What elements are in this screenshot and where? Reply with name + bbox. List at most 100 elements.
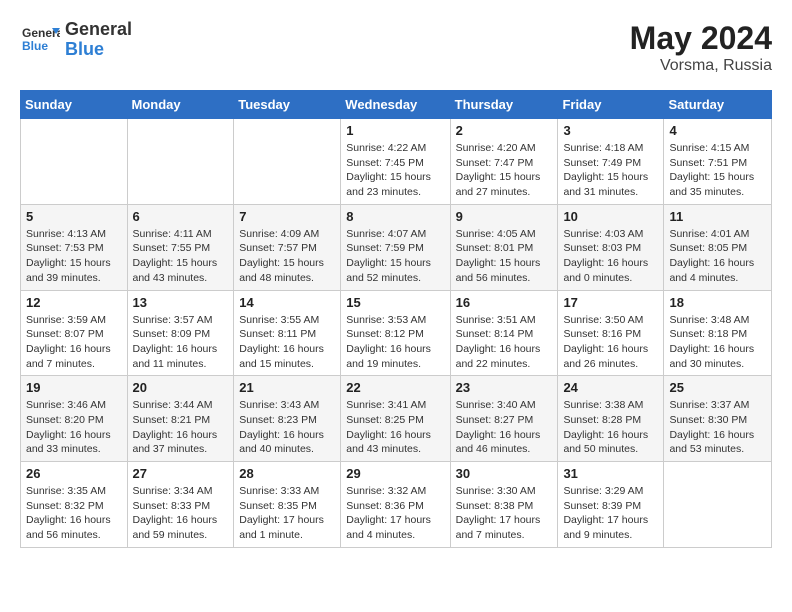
cell-info: Sunrise: 4:18 AM Sunset: 7:49 PM Dayligh… [563,141,658,200]
cell-info: Sunrise: 4:03 AM Sunset: 8:03 PM Dayligh… [563,227,658,286]
calendar-cell: 9Sunrise: 4:05 AM Sunset: 8:01 PM Daylig… [450,204,558,290]
day-number: 24 [563,380,658,395]
day-number: 30 [456,466,553,481]
weekday-header: Friday [558,91,664,119]
calendar-cell: 27Sunrise: 3:34 AM Sunset: 8:33 PM Dayli… [127,462,234,548]
calendar-table: SundayMondayTuesdayWednesdayThursdayFrid… [20,90,772,548]
calendar-cell: 31Sunrise: 3:29 AM Sunset: 8:39 PM Dayli… [558,462,664,548]
calendar-cell: 5 Sunrise: 4:13 AM Sunset: 7:53 PM Daylig… [21,204,128,290]
day-number: 23 [456,380,553,395]
cell-info: Sunrise: 4:01 AM Sunset: 8:05 PM Dayligh… [669,227,766,286]
day-number: 21 [239,380,335,395]
cell-info: Sunrise: 3:30 AM Sunset: 8:38 PM Dayligh… [456,484,553,543]
day-number: 5 [26,209,122,224]
day-number: 28 [239,466,335,481]
day-number: 22 [346,380,444,395]
day-number: 20 [133,380,229,395]
day-number: 3 [563,123,658,138]
calendar-week-row: 12 Sunrise: 3:59 AM Sunset: 8:07 PM Dayli… [21,290,772,376]
calendar-cell: 16Sunrise: 3:51 AM Sunset: 8:14 PM Dayli… [450,290,558,376]
cell-info: Sunrise: 3:38 AM Sunset: 8:28 PM Dayligh… [563,398,658,457]
cell-info: Sunrise: 4:20 AM Sunset: 7:47 PM Dayligh… [456,141,553,200]
location: Vorsma, Russia [630,57,772,75]
day-number: 10 [563,209,658,224]
calendar-cell: 13 Sunrise: 3:57 AM Sunset: 8:09 PM Dayli… [127,290,234,376]
day-number: 13 [133,295,229,310]
svg-text:Blue: Blue [22,39,48,53]
day-number: 19 [26,380,122,395]
day-number: 2 [456,123,553,138]
calendar-cell: 1Sunrise: 4:22 AM Sunset: 7:45 PM Daylig… [341,119,450,205]
calendar-cell: 3 Sunrise: 4:18 AM Sunset: 7:49 PM Daylig… [558,119,664,205]
day-number: 26 [26,466,122,481]
logo-icon: General Blue [20,20,60,60]
calendar-cell: 6 Sunrise: 4:11 AM Sunset: 7:55 PM Daylig… [127,204,234,290]
weekday-header: Sunday [21,91,128,119]
cell-info: Sunrise: 4:09 AM Sunset: 7:57 PM Dayligh… [239,227,335,286]
cell-info: Sunrise: 3:32 AM Sunset: 8:36 PM Dayligh… [346,484,444,543]
calendar-cell: 15Sunrise: 3:53 AM Sunset: 8:12 PM Dayli… [341,290,450,376]
cell-info: Sunrise: 3:35 AM Sunset: 8:32 PM Dayligh… [26,484,122,543]
calendar-cell [234,119,341,205]
cell-info: Sunrise: 3:57 AM Sunset: 8:09 PM Dayligh… [133,313,229,372]
day-number: 4 [669,123,766,138]
calendar-cell: 2 Sunrise: 4:20 AM Sunset: 7:47 PM Daylig… [450,119,558,205]
page-header: General Blue General Blue May 2024 Vorsm… [20,20,772,75]
day-number: 17 [563,295,658,310]
day-number: 8 [346,209,444,224]
title-section: May 2024 Vorsma, Russia [630,20,772,75]
calendar-cell: 8 Sunrise: 4:07 AM Sunset: 7:59 PM Daylig… [341,204,450,290]
day-number: 11 [669,209,766,224]
cell-info: Sunrise: 3:59 AM Sunset: 8:07 PM Dayligh… [26,313,122,372]
logo-line2: Blue [65,40,132,60]
calendar-cell: 14 Sunrise: 3:55 AM Sunset: 8:11 PM Dayli… [234,290,341,376]
calendar-cell: 24 Sunrise: 3:38 AM Sunset: 8:28 PM Dayli… [558,376,664,462]
day-number: 6 [133,209,229,224]
calendar-header: SundayMondayTuesdayWednesdayThursdayFrid… [21,91,772,119]
cell-info: Sunrise: 3:50 AM Sunset: 8:16 PM Dayligh… [563,313,658,372]
calendar-cell: 4Sunrise: 4:15 AM Sunset: 7:51 PM Daylig… [664,119,772,205]
cell-info: Sunrise: 3:46 AM Sunset: 8:20 PM Dayligh… [26,398,122,457]
day-number: 7 [239,209,335,224]
cell-info: Sunrise: 3:37 AM Sunset: 8:30 PM Dayligh… [669,398,766,457]
logo-line1: General [65,20,132,40]
cell-info: Sunrise: 3:43 AM Sunset: 8:23 PM Dayligh… [239,398,335,457]
calendar-cell: 22 Sunrise: 3:41 AM Sunset: 8:25 PM Dayli… [341,376,450,462]
cell-info: Sunrise: 4:05 AM Sunset: 8:01 PM Dayligh… [456,227,553,286]
day-number: 14 [239,295,335,310]
cell-info: Sunrise: 3:55 AM Sunset: 8:11 PM Dayligh… [239,313,335,372]
day-number: 18 [669,295,766,310]
calendar-cell [664,462,772,548]
weekday-header: Tuesday [234,91,341,119]
calendar-cell: 26 Sunrise: 3:35 AM Sunset: 8:32 PM Dayli… [21,462,128,548]
cell-info: Sunrise: 4:07 AM Sunset: 7:59 PM Dayligh… [346,227,444,286]
calendar-cell: 21 Sunrise: 3:43 AM Sunset: 8:23 PM Dayli… [234,376,341,462]
calendar-cell: 18 Sunrise: 3:48 AM Sunset: 8:18 PM Dayli… [664,290,772,376]
cell-info: Sunrise: 3:41 AM Sunset: 8:25 PM Dayligh… [346,398,444,457]
calendar-cell: 17 Sunrise: 3:50 AM Sunset: 8:16 PM Dayli… [558,290,664,376]
calendar-cell: 30 Sunrise: 3:30 AM Sunset: 8:38 PM Dayli… [450,462,558,548]
cell-info: Sunrise: 3:48 AM Sunset: 8:18 PM Dayligh… [669,313,766,372]
day-number: 27 [133,466,229,481]
calendar-cell: 29 Sunrise: 3:32 AM Sunset: 8:36 PM Dayli… [341,462,450,548]
cell-info: Sunrise: 4:22 AM Sunset: 7:45 PM Dayligh… [346,141,444,200]
month-year: May 2024 [630,20,772,57]
cell-info: Sunrise: 3:33 AM Sunset: 8:35 PM Dayligh… [239,484,335,543]
calendar-cell [127,119,234,205]
day-number: 16 [456,295,553,310]
calendar-week-row: 19 Sunrise: 3:46 AM Sunset: 8:20 PM Dayli… [21,376,772,462]
calendar-body: 1Sunrise: 4:22 AM Sunset: 7:45 PM Daylig… [21,119,772,548]
day-number: 12 [26,295,122,310]
calendar-week-row: 26 Sunrise: 3:35 AM Sunset: 8:32 PM Dayli… [21,462,772,548]
weekday-header: Thursday [450,91,558,119]
cell-info: Sunrise: 4:13 AM Sunset: 7:53 PM Dayligh… [26,227,122,286]
calendar-cell: 11 Sunrise: 4:01 AM Sunset: 8:05 PM Dayli… [664,204,772,290]
calendar-cell: 7 Sunrise: 4:09 AM Sunset: 7:57 PM Daylig… [234,204,341,290]
weekday-header: Monday [127,91,234,119]
day-number: 15 [346,295,444,310]
cell-info: Sunrise: 4:11 AM Sunset: 7:55 PM Dayligh… [133,227,229,286]
logo-text: General Blue [65,20,132,60]
day-number: 29 [346,466,444,481]
calendar-week-row: 5 Sunrise: 4:13 AM Sunset: 7:53 PM Daylig… [21,204,772,290]
day-number: 31 [563,466,658,481]
